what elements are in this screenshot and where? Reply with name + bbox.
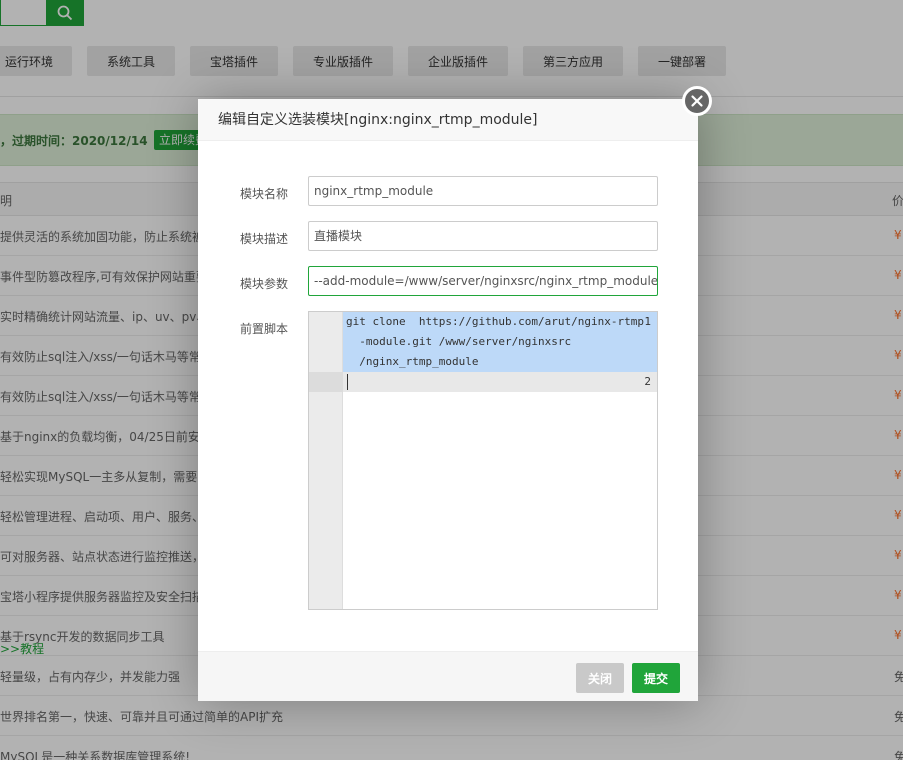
module-desc-label: 模块描述 (240, 232, 289, 246)
edit-module-dialog: 编辑自定义选装模块[nginx:nginx_rtmp_module] 模块名称 … (198, 99, 698, 701)
active-line-highlight (343, 372, 657, 392)
dialog-footer: 关闭 提交 (198, 651, 698, 701)
text-cursor (347, 374, 348, 390)
code-line: -module.git /www/server/nginxsrc (346, 335, 572, 348)
submit-button[interactable]: 提交 (632, 663, 680, 693)
code-line: git clone https://github.com/arut/nginx-… (346, 315, 645, 328)
pre-script-label: 前置脚本 (240, 322, 289, 336)
editor-gutter (309, 312, 343, 609)
module-name-input[interactable]: nginx_rtmp_module (308, 176, 658, 206)
line-number: 2 (644, 375, 651, 388)
module-params-label: 模块参数 (240, 277, 289, 291)
dialog-close-button[interactable] (682, 86, 712, 116)
close-icon (691, 95, 703, 107)
module-name-label: 模块名称 (240, 187, 289, 201)
module-params-input[interactable]: --add-module=/www/server/nginxsrc/nginx_… (308, 266, 658, 296)
close-button[interactable]: 关闭 (576, 663, 624, 693)
pre-script-editor[interactable]: 1 2 git clone https://github.com/arut/ng… (308, 311, 658, 610)
dialog-title: 编辑自定义选装模块[nginx:nginx_rtmp_module] (198, 99, 698, 141)
active-line-gutter (309, 372, 343, 392)
code-line: /nginx_rtmp_module (346, 355, 479, 368)
line-number: 1 (644, 315, 651, 328)
module-desc-input[interactable]: 直播模块 (308, 221, 658, 251)
